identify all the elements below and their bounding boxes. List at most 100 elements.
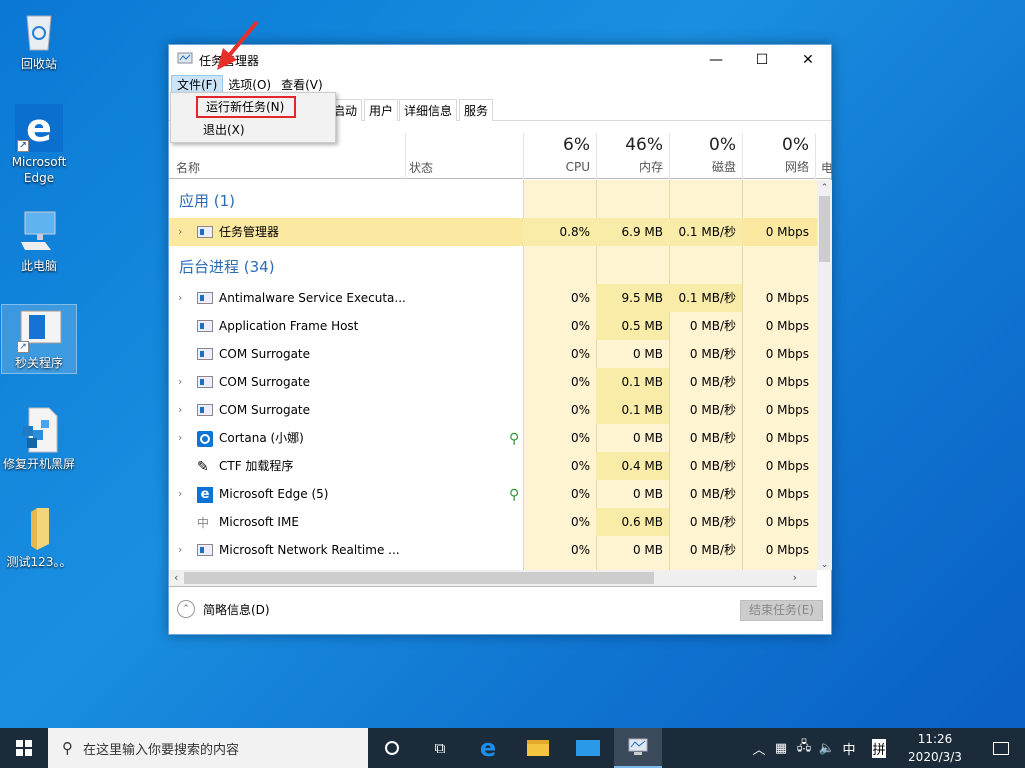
column-network[interactable]: 0% 网络	[742, 133, 815, 179]
desktop-icon-edge[interactable]: e ↗ Microsoft Edge	[1, 104, 77, 186]
tab-users[interactable]: 用户	[364, 99, 399, 121]
process-row[interactable]: 中 Microsoft IME 0% 0.6 MB 0 MB/秒 0 Mbps	[169, 508, 817, 536]
desktop-icon-quick-close[interactable]: ↗ 秒关程序	[1, 304, 77, 374]
annotation-arrow-icon	[217, 20, 259, 70]
disk-value: 0 MB/秒	[689, 543, 736, 557]
network-value: 0 Mbps	[765, 431, 809, 445]
search-placeholder: 在这里输入你要搜索的内容	[83, 742, 240, 758]
expand-chevron-icon[interactable]: ›	[178, 368, 182, 396]
cortana-button[interactable]	[368, 728, 416, 768]
volume-icon[interactable]: 🔈	[816, 741, 838, 756]
process-row[interactable]: › Microsoft Network Realtime ... 0% 0 MB 0 M…	[169, 536, 817, 564]
taskbar-file-explorer[interactable]	[514, 728, 562, 768]
ime-mode[interactable]: 中	[838, 739, 860, 758]
desktop-icon-recycle-bin[interactable]: 回收站	[1, 6, 77, 72]
vertical-scroll-thumb[interactable]	[819, 196, 830, 262]
task-view-icon: ⧉	[434, 739, 446, 757]
expand-chevron-icon[interactable]: ›	[178, 218, 182, 246]
task-manager-icon	[628, 738, 648, 755]
column-name[interactable]: 名称	[176, 159, 200, 176]
clock[interactable]: 11:26 2020/3/3	[900, 730, 970, 766]
cpu-total: 6%	[563, 135, 590, 155]
memory-value: 0.1 MB	[596, 396, 669, 424]
disk-value: 0 MB/秒	[689, 403, 736, 417]
taskbar-edge[interactable]: e	[464, 728, 512, 768]
taskbar-mail[interactable]	[564, 728, 612, 768]
expand-chevron-icon[interactable]: ›	[178, 424, 182, 452]
menu-item-run-new-task[interactable]: 运行新任务(N)	[196, 96, 296, 118]
minimize-button[interactable]: —	[693, 45, 739, 75]
tab-details[interactable]: 详细信息	[399, 99, 458, 121]
column-cpu[interactable]: 6% CPU	[523, 133, 596, 179]
maximize-button[interactable]: ☐	[739, 45, 785, 75]
process-icon	[197, 319, 213, 333]
process-icon	[197, 225, 213, 239]
fewer-details-label: 简略信息(D)	[203, 602, 270, 617]
end-task-button[interactable]: 结束任务(E)	[740, 600, 823, 621]
column-status[interactable]: 状态	[409, 159, 433, 176]
expand-chevron-icon[interactable]: ›	[178, 284, 182, 312]
disk-value: 0 MB/秒	[689, 459, 736, 473]
horizontal-scroll-thumb[interactable]	[184, 572, 654, 584]
expand-chevron-icon[interactable]: ›	[178, 536, 182, 564]
column-power[interactable]: 电	[821, 159, 833, 176]
desktop-icon-label: 修复开机黑屏	[2, 457, 75, 471]
vertical-scrollbar[interactable]: ⌃ ⌄	[817, 180, 832, 570]
cpu-value: 0%	[570, 375, 590, 389]
desktop-icon-fix-black-screen[interactable]: 修复开机黑屏	[1, 406, 77, 472]
process-row[interactable]: › 任务管理器 0.8% 6.9 MB 0.1 MB/秒 0 Mbps	[169, 218, 817, 246]
network-value: 0 Mbps	[765, 543, 809, 557]
process-row[interactable]: ✎ CTF 加载程序 0% 0.4 MB 0 MB/秒 0 Mbps	[169, 452, 817, 480]
scroll-down-icon[interactable]: ⌄	[817, 560, 832, 570]
expand-chevron-icon[interactable]: ›	[178, 396, 182, 424]
scroll-right-icon[interactable]: ›	[793, 571, 797, 584]
fewer-details-button[interactable]: ⌃ 简略信息(D)	[177, 600, 270, 618]
suspended-leaf-icon: ⚲	[509, 431, 520, 447]
desktop-icon-label: 测试123。。	[6, 555, 72, 569]
close-button[interactable]: ✕	[785, 45, 831, 75]
cpu-label: CPU	[565, 160, 590, 174]
memory-value: 9.5 MB	[596, 284, 669, 312]
menu-item-exit[interactable]: 退出(X)	[171, 119, 245, 141]
process-row[interactable]: › COM Surrogate 0% 0.1 MB 0 MB/秒 0 Mbps	[169, 396, 817, 424]
process-row[interactable]: COM Surrogate 0% 0 MB 0 MB/秒 0 Mbps	[169, 340, 817, 368]
disk-value: 0 MB/秒	[689, 487, 736, 501]
memory-value: 0 MB	[632, 347, 663, 361]
process-row[interactable]: › Antimalware Service Executa... 0% 9.5 MB 0…	[169, 284, 817, 312]
start-button[interactable]	[0, 728, 48, 768]
disk-value: 0 MB/秒	[689, 375, 736, 389]
process-row[interactable]: › e Microsoft Edge (5) ⚲ 0% 0 MB 0 MB/秒 0 Mbps	[169, 480, 817, 508]
process-icon	[197, 403, 213, 417]
file-menu-dropdown: 运行新任务(N) 退出(X)	[170, 92, 336, 143]
process-name: COM Surrogate	[219, 403, 311, 417]
taskbar-task-manager[interactable]	[614, 728, 662, 768]
chevron-up-icon: ⌃	[177, 600, 195, 618]
process-name: 任务管理器	[219, 225, 280, 239]
tab-services[interactable]: 服务	[459, 99, 494, 121]
taskbar-search-box[interactable]: ⚲ 在这里输入你要搜索的内容	[48, 728, 368, 768]
show-hidden-icons-button[interactable]: ︿	[748, 739, 770, 758]
process-name: Microsoft Edge (5)	[219, 487, 329, 501]
tray-app-icon[interactable]: ▦	[770, 741, 792, 756]
memory-value: 0.5 MB	[596, 312, 669, 340]
action-center-button[interactable]	[978, 728, 1024, 768]
task-view-button[interactable]: ⧉	[416, 728, 464, 768]
recycle-bin-icon	[15, 6, 63, 54]
scroll-up-icon[interactable]: ⌃	[817, 180, 832, 196]
network-value: 0 Mbps	[765, 487, 809, 501]
process-row[interactable]: › Cortana (小娜) ⚲ 0% 0 MB 0 MB/秒 0 Mbps	[169, 424, 817, 452]
desktop-icon-folder[interactable]: 测试123。。	[1, 504, 77, 570]
network-icon[interactable]: 🖧	[792, 737, 816, 759]
ime-pinyin[interactable]: 拼	[872, 738, 886, 758]
network-value: 0 Mbps	[765, 375, 809, 389]
column-disk[interactable]: 0% 磁盘	[669, 133, 742, 179]
disk-value: 0 MB/秒	[689, 431, 736, 445]
desktop-icon-this-pc[interactable]: 此电脑	[1, 208, 77, 274]
process-icon	[197, 291, 213, 305]
scroll-left-icon[interactable]: ‹	[174, 571, 178, 584]
column-memory[interactable]: 46% 内存	[596, 133, 669, 179]
process-row[interactable]: Application Frame Host 0% 0.5 MB 0 MB/秒 0 Mb…	[169, 312, 817, 340]
expand-chevron-icon[interactable]: ›	[178, 480, 182, 508]
horizontal-scrollbar[interactable]: ‹ ›	[169, 570, 817, 587]
process-row[interactable]: › COM Surrogate 0% 0.1 MB 0 MB/秒 0 Mbps	[169, 368, 817, 396]
